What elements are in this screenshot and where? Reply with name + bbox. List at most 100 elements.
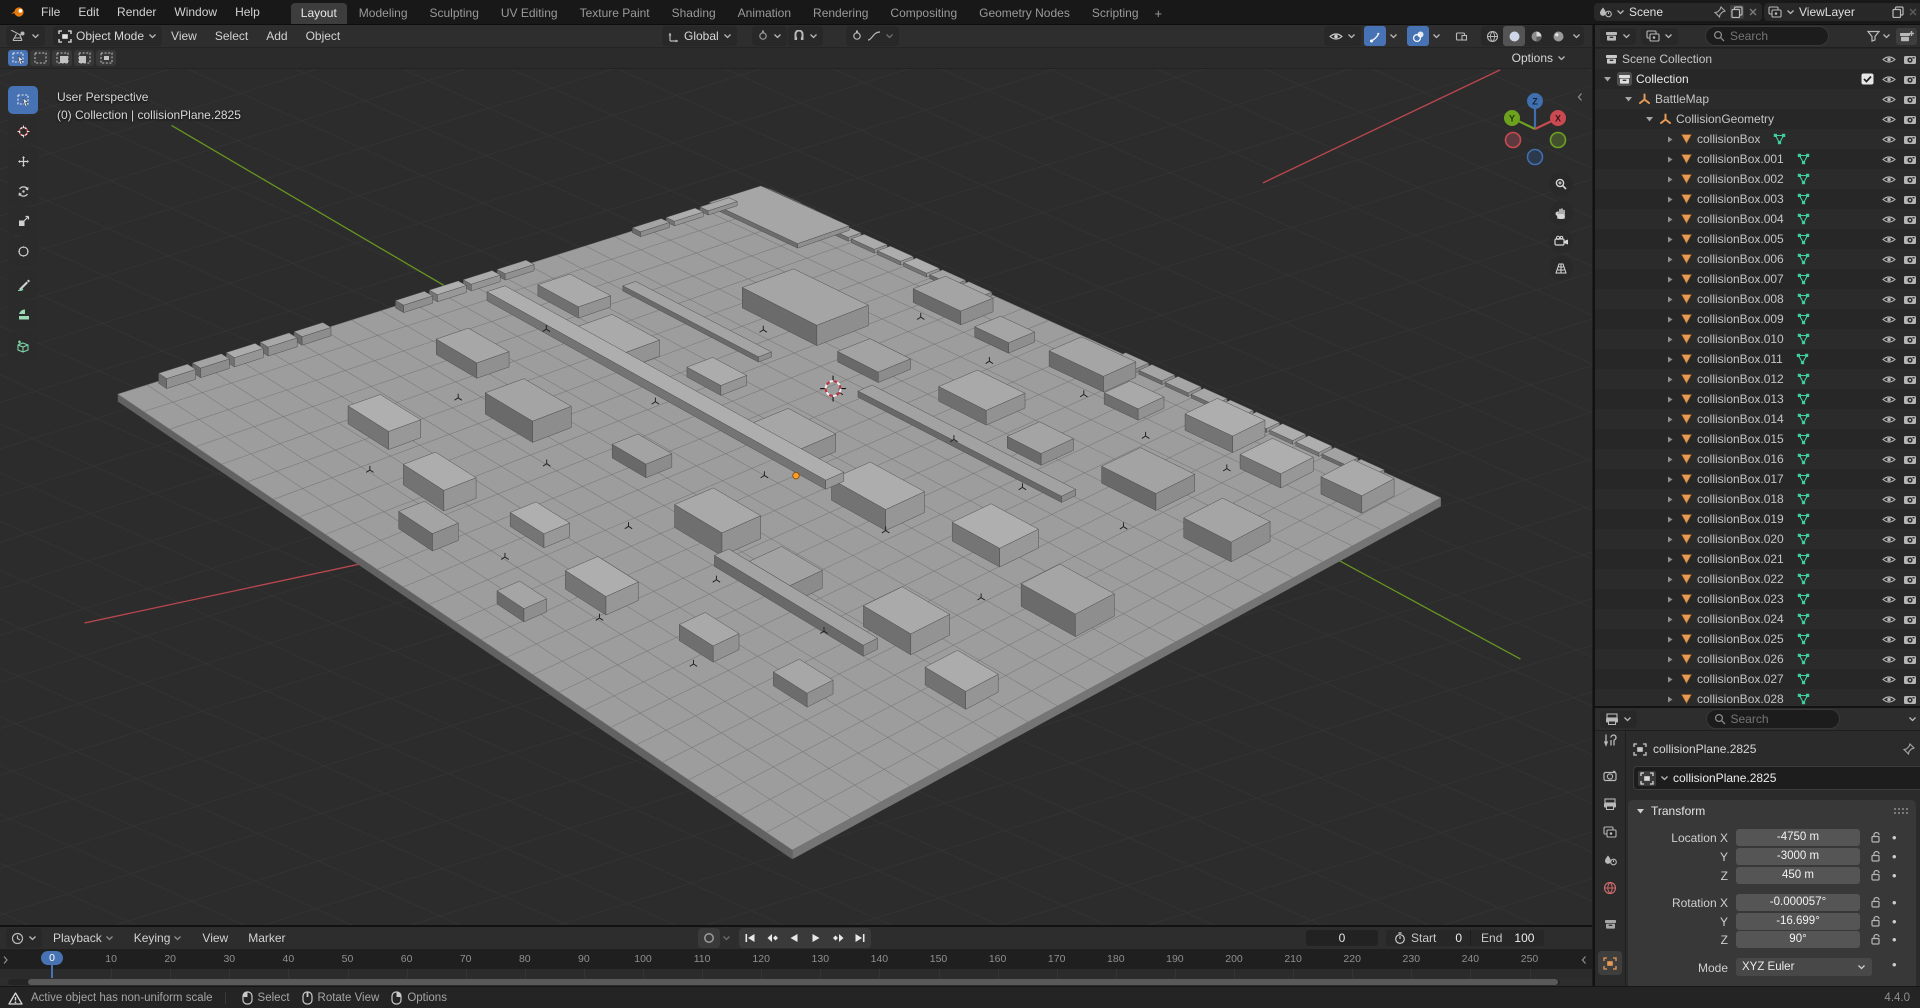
expand-icon[interactable] (1666, 395, 1680, 404)
viewport-menu-select[interactable]: Select (206, 29, 257, 43)
select-mode-new[interactable] (52, 50, 72, 66)
outliner-display-mode[interactable] (1600, 28, 1636, 45)
outliner-item-collisionBox.011[interactable]: collisionBox.011 (1595, 349, 1920, 369)
outliner-item-collisionBox.007[interactable]: collisionBox.007 (1595, 269, 1920, 289)
render-camera-icon[interactable] (1903, 654, 1920, 665)
hide-eye-icon[interactable] (1882, 94, 1903, 105)
outliner-filter-id[interactable] (1641, 28, 1678, 45)
expand-icon[interactable] (1666, 175, 1680, 184)
outliner-item-collisionBox.020[interactable]: collisionBox.020 (1595, 529, 1920, 549)
play-button[interactable] (805, 928, 827, 948)
topbar-menu-render[interactable]: Render (108, 5, 165, 19)
lock-icon[interactable] (1870, 915, 1882, 927)
animate-dot[interactable]: • (1892, 932, 1897, 947)
proportional-editing[interactable] (846, 26, 899, 46)
expand-icon[interactable] (1666, 615, 1680, 624)
hide-eye-icon[interactable] (1882, 314, 1903, 325)
animate-dot[interactable]: • (1892, 849, 1897, 864)
expand-icon[interactable] (1666, 315, 1680, 324)
tab-view-layer[interactable] (1598, 820, 1622, 844)
render-camera-icon[interactable] (1903, 494, 1920, 505)
workspace-tab-layout[interactable]: Layout (291, 3, 347, 24)
animate-dot[interactable]: • (1892, 895, 1897, 910)
outliner-item-collisionBox.004[interactable]: collisionBox.004 (1595, 209, 1920, 229)
hide-eye-icon[interactable] (1882, 214, 1903, 225)
hide-eye-icon[interactable] (1882, 554, 1903, 565)
transform-field-3[interactable]: -0.000057° (1736, 894, 1860, 911)
topbar-menu-help[interactable]: Help (226, 5, 269, 19)
render-camera-icon[interactable] (1903, 674, 1920, 685)
viewport-pan-button[interactable] (1549, 201, 1573, 225)
render-camera-icon[interactable] (1903, 574, 1920, 585)
collapse-icon[interactable] (1645, 115, 1659, 123)
render-camera-icon[interactable] (1903, 534, 1920, 545)
outliner-scene-collection[interactable]: Scene Collection (1595, 49, 1920, 69)
expand-icon[interactable] (1666, 695, 1680, 704)
select-mode-intersect[interactable] (96, 50, 116, 66)
render-camera-icon[interactable] (1903, 554, 1920, 565)
outliner-item-collisionBox.013[interactable]: collisionBox.013 (1595, 389, 1920, 409)
3d-scene[interactable] (0, 68, 1592, 925)
viewport-menu-add[interactable]: Add (257, 29, 296, 43)
blender-logo-icon[interactable] (10, 5, 26, 19)
hide-eye-icon[interactable] (1882, 394, 1903, 405)
tab-collection[interactable] (1598, 912, 1622, 936)
expand-icon[interactable] (1666, 155, 1680, 164)
select-mode-extend[interactable] (30, 50, 50, 66)
tab-world[interactable] (1598, 876, 1622, 900)
outliner-item-collisionBox.009[interactable]: collisionBox.009 (1595, 309, 1920, 329)
expand-icon[interactable] (1666, 555, 1680, 564)
timeline-menu-playback[interactable]: Playback (44, 931, 123, 945)
expand-icon[interactable] (1666, 415, 1680, 424)
outliner-item-collisionBox.018[interactable]: collisionBox.018 (1595, 489, 1920, 509)
collapse-icon[interactable] (1624, 95, 1638, 103)
render-camera-icon[interactable] (1903, 694, 1920, 705)
workspace-tab-rendering[interactable]: Rendering (803, 3, 878, 24)
outliner-item-collisionBox.012[interactable]: collisionBox.012 (1595, 369, 1920, 389)
topbar-menu-edit[interactable]: Edit (69, 5, 108, 19)
workspace-tab-uv-editing[interactable]: UV Editing (491, 3, 568, 24)
timeline-menu-marker[interactable]: Marker (239, 931, 294, 945)
outliner-filter-button[interactable] (1867, 30, 1891, 42)
properties-display-mode[interactable] (1600, 711, 1637, 728)
expand-icon[interactable] (1666, 255, 1680, 264)
viewport-menu-view[interactable]: View (162, 29, 206, 43)
render-camera-icon[interactable] (1903, 474, 1920, 485)
frame-end-field[interactable]: End100 (1471, 930, 1544, 946)
hide-eye-icon[interactable] (1882, 674, 1903, 685)
topbar-menu-window[interactable]: Window (165, 5, 226, 19)
workspace-tab-animation[interactable]: Animation (728, 3, 801, 24)
animate-dot[interactable]: • (1892, 914, 1897, 929)
render-camera-icon[interactable] (1903, 294, 1920, 305)
expand-icon[interactable] (1666, 375, 1680, 384)
snap-toggle[interactable] (788, 26, 823, 46)
tab-scene[interactable] (1598, 848, 1622, 872)
lock-icon[interactable] (1870, 831, 1882, 843)
outliner-item-collisionBox.003[interactable]: collisionBox.003 (1595, 189, 1920, 209)
hide-eye-icon[interactable] (1882, 234, 1903, 245)
hide-eye-icon[interactable] (1882, 474, 1903, 485)
render-camera-icon[interactable] (1903, 174, 1920, 185)
render-camera-icon[interactable] (1903, 314, 1920, 325)
outliner-item-collisionBox.008[interactable]: collisionBox.008 (1595, 289, 1920, 309)
expand-icon[interactable] (1666, 515, 1680, 524)
render-camera-icon[interactable] (1903, 74, 1920, 85)
workspace-tab-geometry-nodes[interactable]: Geometry Nodes (969, 3, 1080, 24)
hide-eye-icon[interactable] (1882, 434, 1903, 445)
workspace-tab-compositing[interactable]: Compositing (880, 3, 967, 24)
render-camera-icon[interactable] (1903, 214, 1920, 225)
render-camera-icon[interactable] (1903, 434, 1920, 445)
outliner-item-collisionBox.015[interactable]: collisionBox.015 (1595, 429, 1920, 449)
object-name-field[interactable]: collisionPlane.2825 (1633, 766, 1920, 790)
viewport-zoom-button[interactable] (1549, 172, 1573, 196)
hide-eye-icon[interactable] (1882, 634, 1903, 645)
hide-eye-icon[interactable] (1882, 594, 1903, 605)
viewport-collapse-icon[interactable] (1576, 92, 1584, 102)
shading-solid[interactable] (1503, 26, 1525, 46)
outliner-item-collisionBox.024[interactable]: collisionBox.024 (1595, 609, 1920, 629)
timeline-scrollbar[interactable] (28, 979, 1558, 985)
frame-start-field[interactable]: Start0 (1386, 930, 1471, 946)
transform-field-2[interactable]: 450 m (1736, 867, 1860, 884)
timeline-ruler[interactable]: 1020304050607080901001101201301401501601… (0, 949, 1592, 969)
viewport-menu-object[interactable]: Object (297, 29, 350, 43)
